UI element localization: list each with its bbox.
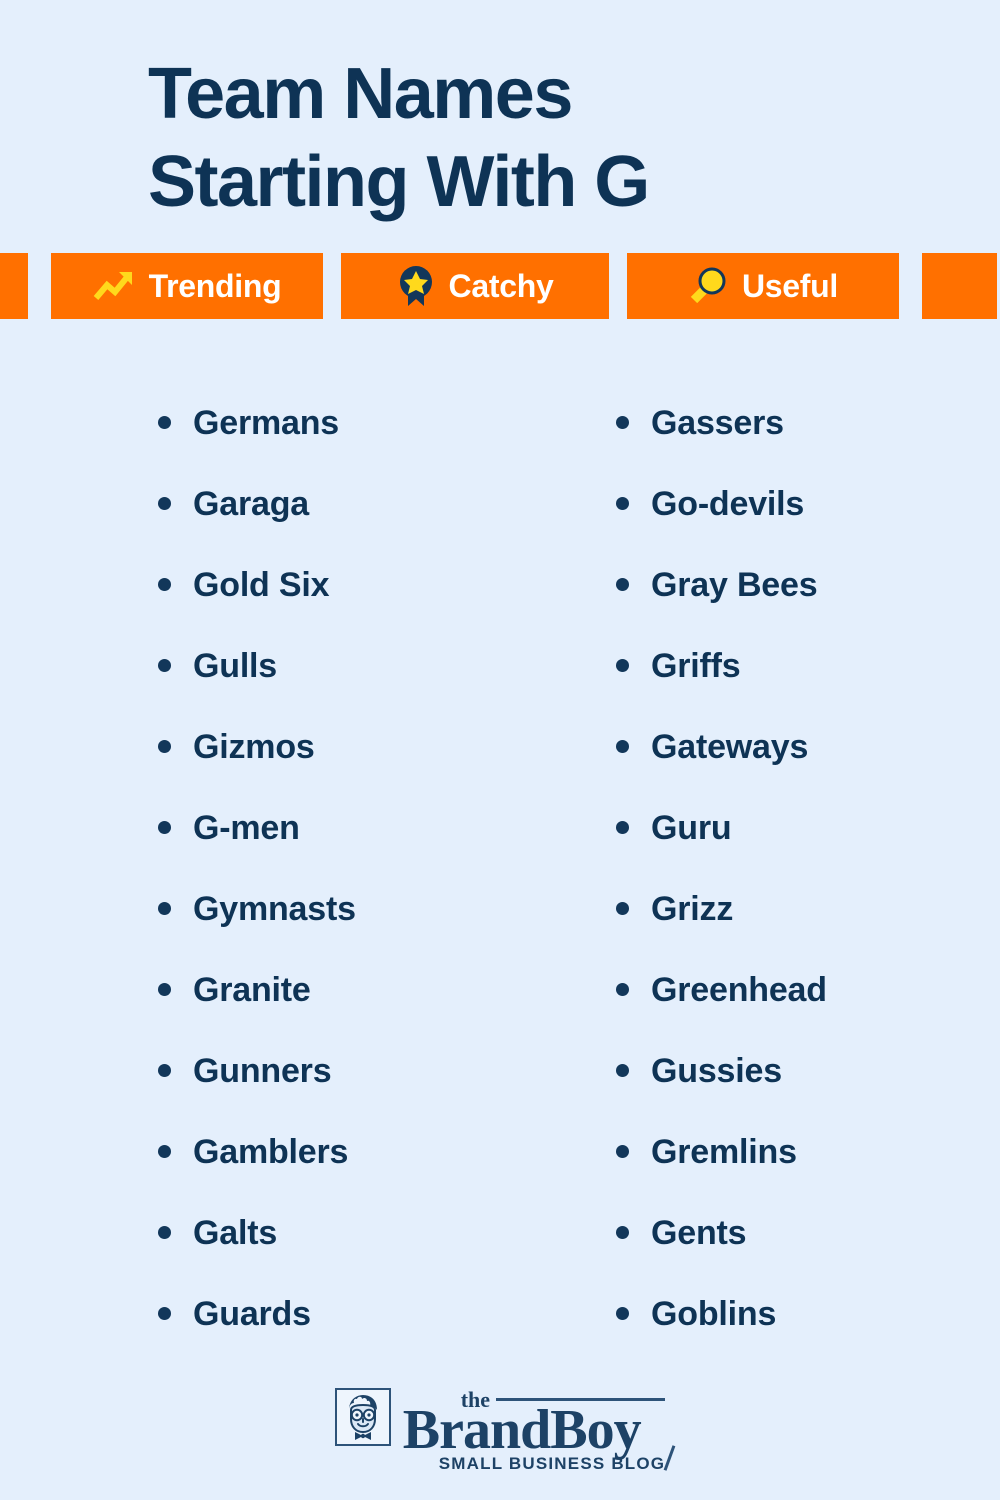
logo-wordmark: the BrandBoy SMALL BUSINESS BLOG [402,1388,676,1473]
badge-bar-gap [899,253,922,319]
boy-face-icon [334,1388,391,1446]
bullet-icon [158,1145,171,1158]
badge-catchy[interactable]: Catchy [341,253,609,319]
list-item: Gold Six [158,544,460,625]
list-item: Gateways [616,706,1000,787]
brandboy-logo[interactable]: the BrandBoy SMALL BUSINESS BLOG [334,1388,676,1473]
list-item: Gassers [616,382,1000,463]
bullet-icon [616,902,629,915]
name-column-right: Gassers Go-devils Gray Bees Griffs Gatew… [460,382,1000,1354]
badge-bar-right-accent [922,253,997,319]
list-item: G-men [158,787,460,868]
bullet-icon [616,1307,629,1320]
badge-bar-gap [609,253,627,319]
bullet-icon [158,740,171,753]
list-item: Germans [158,382,460,463]
badge-bar-gap [28,253,51,319]
page-title-line-1: Team Names [148,54,573,134]
magnifying-glass-icon [688,266,728,306]
bullet-icon [616,1226,629,1239]
list-item: Granite [158,949,460,1030]
list-item: Gremlins [616,1111,1000,1192]
list-item: Guards [158,1273,460,1354]
bullet-icon [158,497,171,510]
logo-tagline: SMALL BUSINESS BLOG [438,1454,666,1473]
logo-slash-accent [663,1445,676,1471]
name-column-left: Germans Garaga Gold Six Gulls Gizmos G-m… [0,382,460,1354]
list-item: Gents [616,1192,1000,1273]
footer: the BrandBoy SMALL BUSINESS BLOG [0,1388,1000,1473]
badge-useful[interactable]: Useful [627,253,899,319]
name-list-right: Gassers Go-devils Gray Bees Griffs Gatew… [616,382,1000,1354]
header: Team Names Starting With G [0,0,1000,226]
list-item: Griffs [616,625,1000,706]
bullet-icon [158,1064,171,1077]
bullet-icon [158,983,171,996]
bullet-icon [158,659,171,672]
list-item: Gray Bees [616,544,1000,625]
list-item: Guru [616,787,1000,868]
bullet-icon [158,902,171,915]
badge-trending[interactable]: Trending [51,253,323,319]
bullet-icon [158,578,171,591]
badge-bar-gap [323,253,341,319]
bullet-icon [158,821,171,834]
list-item: Gamblers [158,1111,460,1192]
list-item: Gizmos [158,706,460,787]
award-star-icon [397,265,435,307]
list-item: Greenhead [616,949,1000,1030]
list-item: Gymnasts [158,868,460,949]
bullet-icon [616,578,629,591]
bullet-icon [616,740,629,753]
bullet-icon [158,416,171,429]
bullet-icon [616,983,629,996]
logo-brand-name: BrandBoy [402,1399,642,1461]
badge-bar: Trending Catchy Useful [0,253,1000,319]
list-item: Goblins [616,1273,1000,1354]
bullet-icon [616,1064,629,1077]
bullet-icon [616,659,629,672]
bullet-icon [616,1145,629,1158]
name-lists: Germans Garaga Gold Six Gulls Gizmos G-m… [0,382,1000,1354]
page-title: Team Names Starting With G [0,50,1000,226]
list-item: Gunners [158,1030,460,1111]
badge-catchy-label: Catchy [448,267,554,304]
page-title-line-2: Starting With G [148,142,650,222]
badge-trending-label: Trending [148,267,282,304]
name-list-left: Germans Garaga Gold Six Gulls Gizmos G-m… [158,382,460,1354]
bullet-icon [158,1307,171,1320]
list-item: Gulls [158,625,460,706]
list-item: Go-devils [616,463,1000,544]
bullet-icon [616,821,629,834]
list-item: Garaga [158,463,460,544]
badge-useful-label: Useful [742,267,838,304]
list-item: Galts [158,1192,460,1273]
bullet-icon [616,416,629,429]
list-item: Gussies [616,1030,1000,1111]
trending-up-icon [93,269,135,303]
logo-tagline-row: SMALL BUSINESS BLOG [403,1455,666,1473]
bullet-icon [616,497,629,510]
bullet-icon [158,1226,171,1239]
list-item: Grizz [616,868,1000,949]
badge-bar-left-accent [0,253,28,319]
